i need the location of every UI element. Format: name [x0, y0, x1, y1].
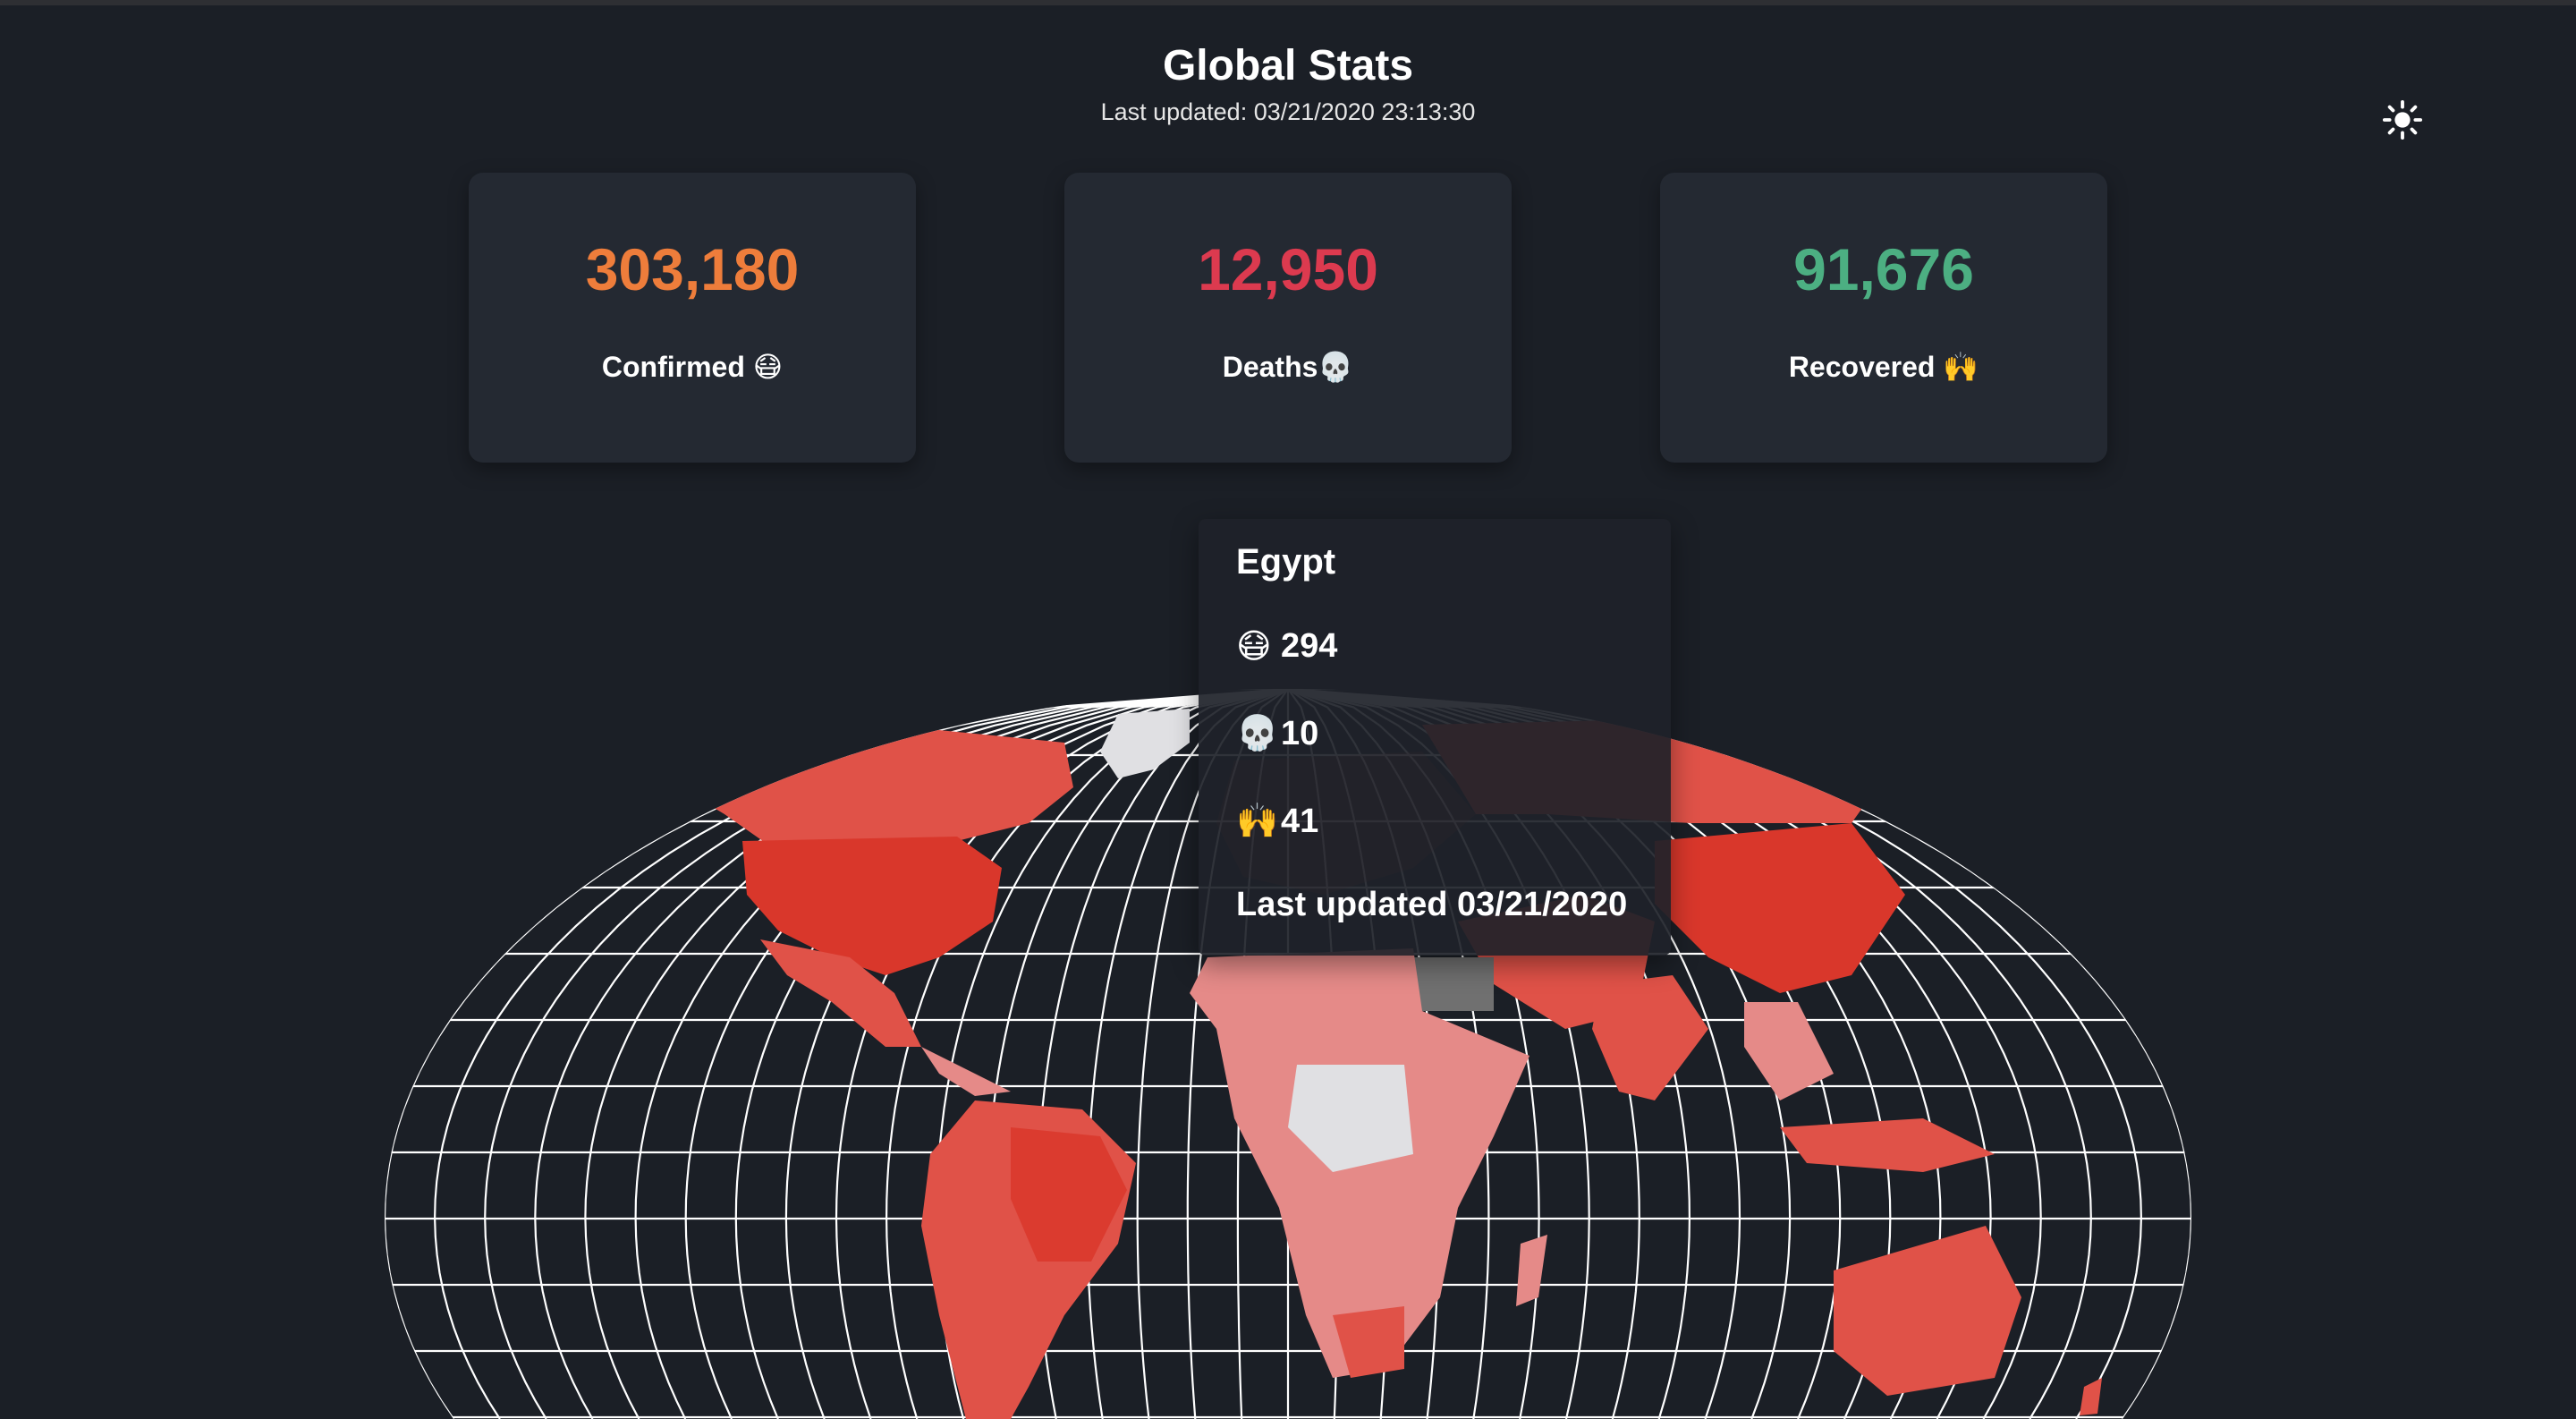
- country-australia: [1834, 1226, 2021, 1396]
- country-indonesia: [1780, 1118, 1995, 1172]
- tooltip-deaths-value: 10: [1281, 714, 1319, 752]
- country-egypt: [1413, 957, 1494, 1011]
- tooltip-recovered-row: 🙌 41: [1236, 802, 1318, 841]
- deaths-card: 12,950 Deaths💀: [1064, 173, 1512, 463]
- page-title: Global Stats: [1162, 42, 1414, 89]
- last-updated-text: Last updated: 03/21/2020 23:13:30: [1100, 98, 1476, 125]
- recovered-card: 91,676 Recovered 🙌: [1660, 173, 2107, 463]
- country-central-america: [921, 1047, 1011, 1096]
- confirmed-count: 303,180: [585, 236, 800, 302]
- country-new-zealand: [2080, 1378, 2102, 1415]
- tooltip-confirmed-value: 294: [1281, 627, 1338, 665]
- recovered-label: Recovered 🙌: [1788, 351, 1979, 383]
- window-top-edge: [0, 0, 2576, 5]
- sun-icon: [2382, 99, 2423, 140]
- tooltip-deaths-row: 💀 10: [1236, 714, 1318, 753]
- tooltip-last-updated: Last updated 03/21/2020: [1236, 886, 1628, 923]
- country-madagascar: [1516, 1235, 1547, 1306]
- country-china: [1655, 823, 1905, 993]
- country-tooltip: Egypt 😷 294 💀 10 🙌 41 Last updated 03/21…: [1199, 519, 1671, 956]
- deaths-count: 12,950: [1198, 236, 1378, 302]
- country-greenland: [1100, 709, 1190, 778]
- country-india: [1592, 975, 1708, 1100]
- mask-face-icon: 😷: [1236, 628, 1272, 666]
- raised-hands-icon: 🙌: [1236, 803, 1279, 840]
- theme-toggle-button[interactable]: [2379, 97, 2426, 143]
- country-canada: [653, 725, 1073, 845]
- deaths-label: Deaths💀: [1222, 351, 1354, 383]
- tooltip-confirmed-row: 😷 294: [1236, 626, 1337, 667]
- tooltip-country-name: Egypt: [1236, 542, 1336, 582]
- recovered-count: 91,676: [1793, 236, 1974, 302]
- confirmed-card: 303,180 Confirmed 😷: [469, 173, 916, 463]
- skull-icon: 💀: [1236, 715, 1279, 752]
- tooltip-recovered-value: 41: [1281, 802, 1319, 840]
- confirmed-label: Confirmed 😷: [601, 351, 784, 383]
